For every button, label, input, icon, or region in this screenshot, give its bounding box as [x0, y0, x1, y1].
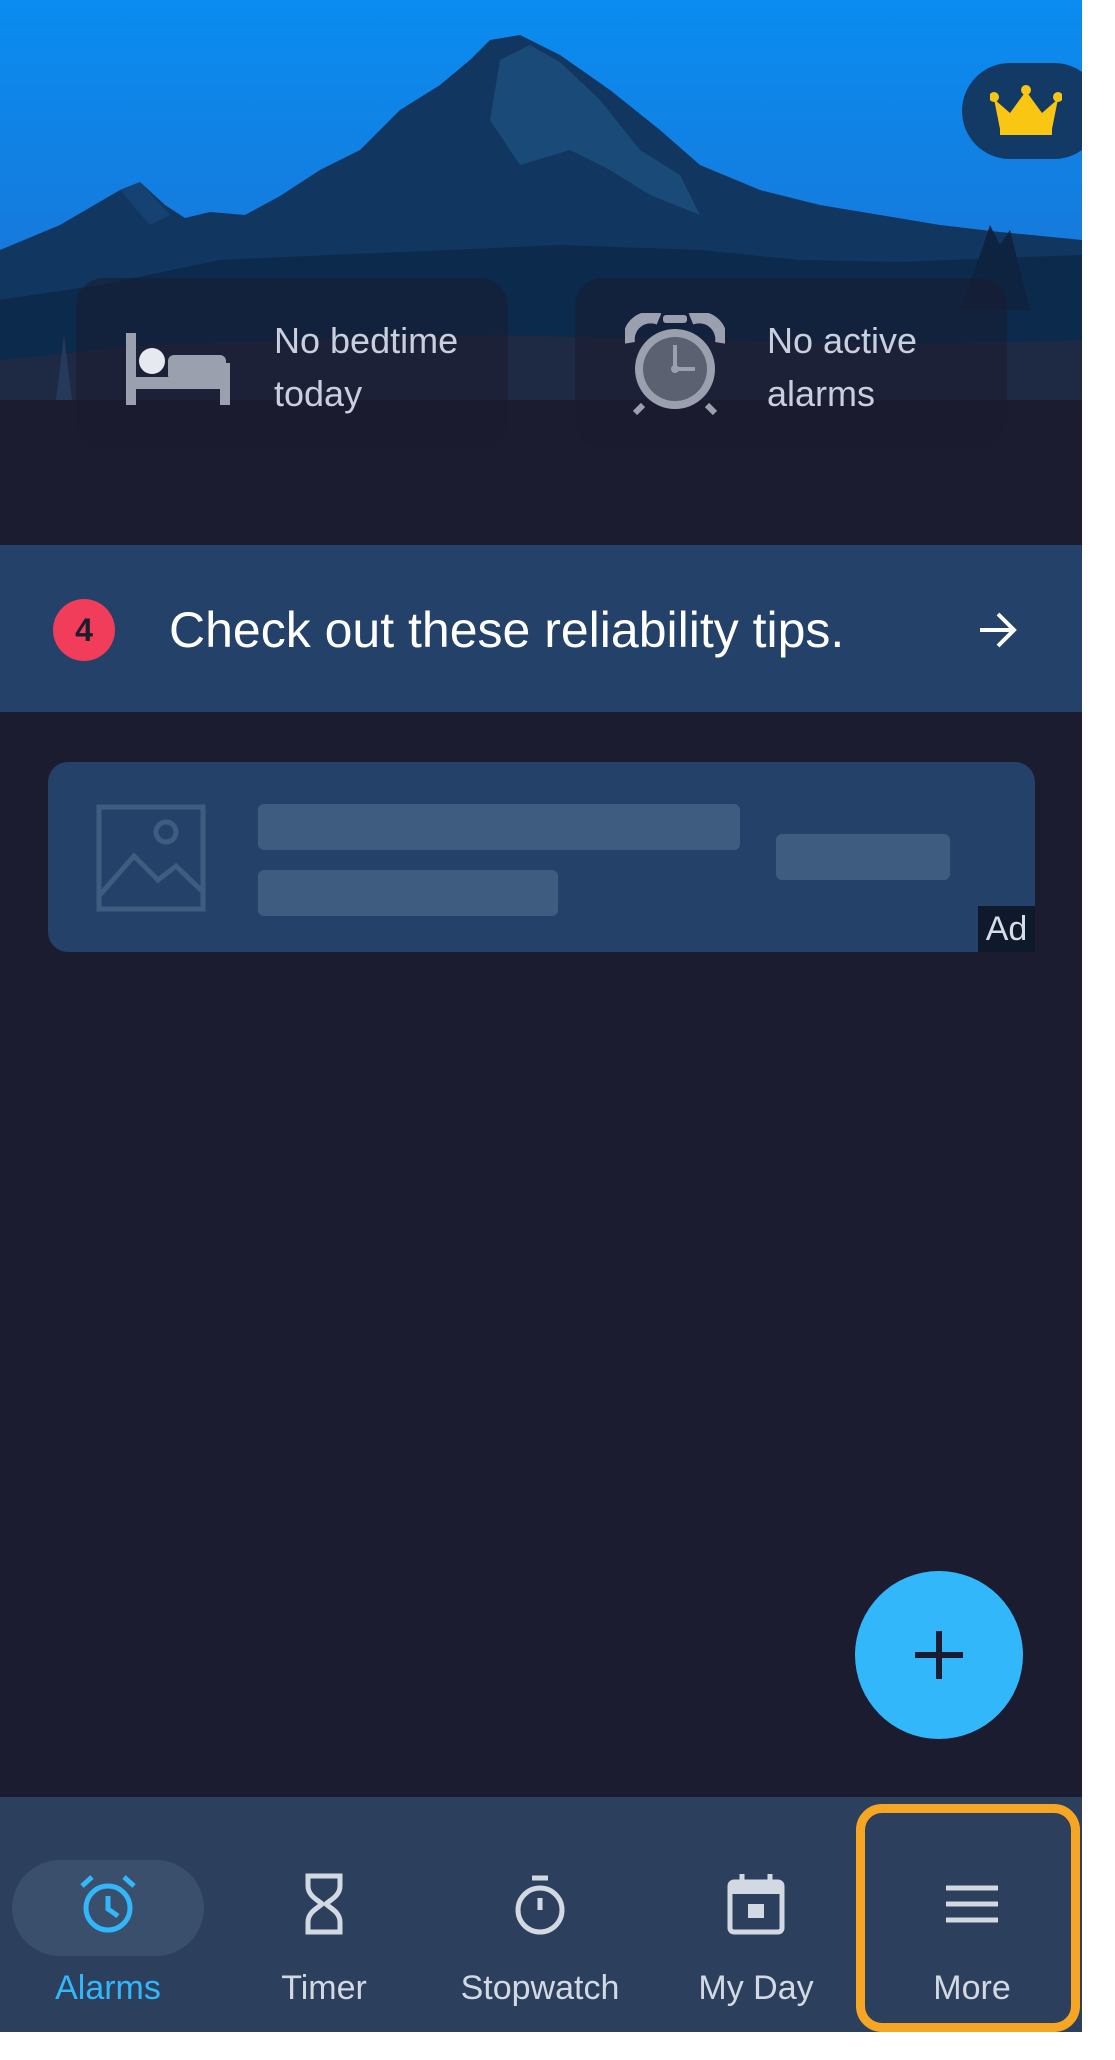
- tips-count-badge: 4: [53, 599, 115, 661]
- active-alarms-summary-card[interactable]: No active alarms: [575, 278, 1007, 448]
- more-tab-highlight-frame: [856, 1804, 1080, 2032]
- alarms-line-1: No active: [767, 320, 918, 361]
- ad-title-placeholder: [258, 804, 740, 850]
- alarm-clock-icon: [622, 311, 728, 420]
- tab-timer-label: Timer: [281, 1969, 367, 2007]
- premium-button[interactable]: [962, 63, 1082, 159]
- ad-banner[interactable]: [48, 762, 1035, 952]
- ad-button-placeholder: [776, 834, 950, 880]
- add-alarm-button[interactable]: [855, 1571, 1023, 1739]
- tab-stopwatch[interactable]: Stopwatch: [432, 1797, 648, 2032]
- mountain-header-illustration: [0, 0, 1082, 545]
- alarms-status-text: No active alarms: [767, 314, 987, 420]
- hourglass-icon: [216, 1872, 432, 1938]
- ad-label: Ad: [978, 906, 1035, 952]
- stopwatch-icon: [432, 1872, 648, 1938]
- bed-icon: [126, 333, 230, 410]
- tab-timer[interactable]: Timer: [216, 1797, 432, 2032]
- tab-alarms[interactable]: Alarms: [0, 1797, 216, 2032]
- arrow-right-icon: [978, 611, 1018, 654]
- bedtime-line-1: No bedtime: [274, 320, 459, 361]
- plus-icon: [915, 1631, 963, 1679]
- tab-my-day[interactable]: My Day: [648, 1797, 864, 2032]
- alarm-icon: [0, 1872, 216, 1938]
- alarms-line-2: alarms: [767, 373, 876, 414]
- tips-banner-text: Check out these reliability tips.: [169, 602, 845, 658]
- ad-subtitle-placeholder: [258, 870, 558, 916]
- tab-my-day-label: My Day: [698, 1969, 814, 2007]
- calendar-icon: [648, 1872, 864, 1938]
- alarm-app-screen: No bedtime today No active alarms 4 Chec…: [0, 0, 1082, 2032]
- tab-stopwatch-label: Stopwatch: [460, 1969, 620, 2007]
- image-placeholder-icon: [96, 804, 206, 917]
- bedtime-status-text: No bedtime today: [274, 314, 494, 420]
- crown-icon: [990, 85, 1062, 135]
- bedtime-line-2: today: [274, 373, 363, 414]
- bedtime-summary-card[interactable]: No bedtime today: [76, 278, 508, 448]
- tab-alarms-label: Alarms: [55, 1969, 161, 2007]
